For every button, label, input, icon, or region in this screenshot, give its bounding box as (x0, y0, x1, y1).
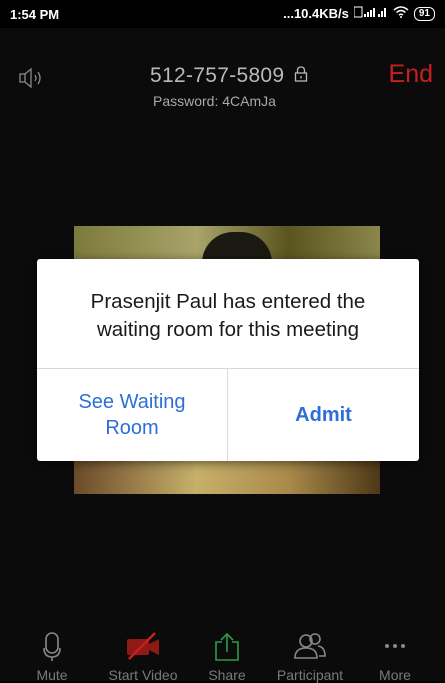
signal-icon (353, 6, 388, 21)
end-meeting-button[interactable]: End (389, 60, 433, 89)
dialog-message: Prasenjit Paul has entered the waiting r… (37, 288, 419, 344)
microphone-icon (22, 630, 82, 662)
see-waiting-room-label-line1: See Waiting (78, 391, 186, 413)
participants-button[interactable]: Participant (264, 630, 356, 683)
more-icon (372, 630, 418, 662)
share-button[interactable]: Share (200, 630, 254, 683)
more-button[interactable]: More (372, 630, 418, 683)
wifi-icon (393, 6, 409, 21)
battery-icon: 91 (413, 6, 435, 21)
status-time: 1:54 PM (10, 7, 60, 22)
status-bar: 1:54 PM ...10.4KB/s 91 (0, 0, 445, 28)
dialog-message-line1: Prasenjit Paul has entered the (90, 290, 366, 313)
video-off-icon (95, 630, 191, 662)
status-right: ...10.4KB/s 91 (283, 6, 435, 21)
meeting-toolbar: Mute Start Video Share Participant More (0, 630, 445, 683)
participants-icon (264, 630, 356, 662)
speaker-icon[interactable] (18, 66, 48, 90)
share-icon (200, 630, 254, 662)
dialog-message-line2: waiting room for this meeting (96, 318, 360, 341)
see-waiting-room-button[interactable]: See Waiting Room (37, 369, 227, 461)
meeting-password: Password: 4CAmJa (153, 93, 276, 109)
network-speed: ...10.4KB/s (283, 6, 349, 21)
meeting-id: 512-757-5809 (150, 64, 308, 88)
admit-button[interactable]: Admit (228, 369, 419, 461)
see-waiting-room-label-line2: Room (105, 417, 159, 439)
mute-button[interactable]: Mute (22, 630, 82, 683)
start-video-button[interactable]: Start Video (95, 630, 191, 683)
waiting-room-dialog: Prasenjit Paul has entered the waiting r… (37, 259, 419, 461)
meeting-id-text: 512-757-5809 (150, 64, 285, 87)
lock-icon (294, 64, 308, 88)
